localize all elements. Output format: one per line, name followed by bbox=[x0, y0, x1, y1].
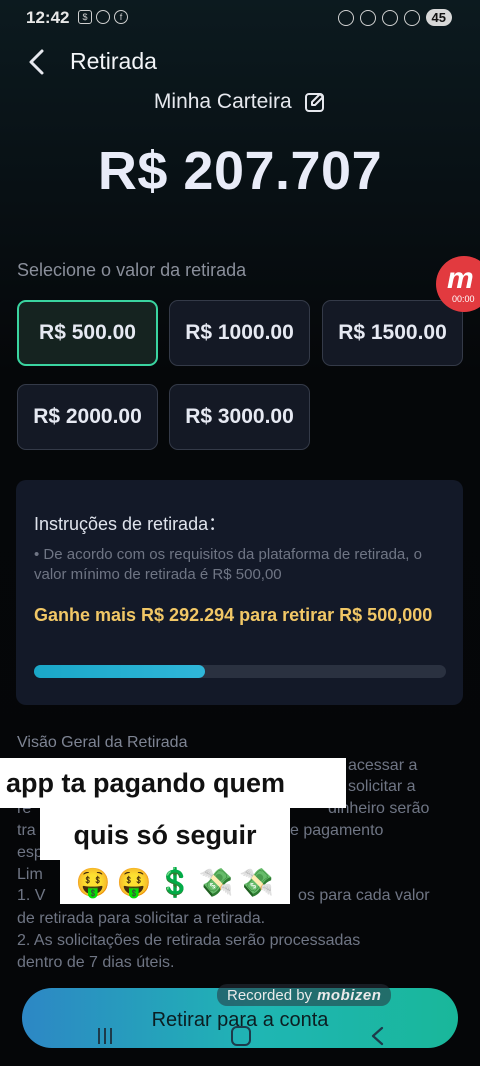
money-wings-emoji: 💸 bbox=[198, 866, 234, 898]
overview-text-fragment: tra bbox=[17, 822, 36, 839]
recorded-by-label: Recorded by bbox=[227, 986, 313, 1004]
notification-icons: $ f bbox=[78, 10, 128, 24]
mute-icon bbox=[337, 9, 354, 26]
money-wings-emoji: 💸 bbox=[239, 866, 275, 898]
whatsapp-icon bbox=[96, 10, 110, 24]
recorder-timer: 00:00 bbox=[452, 294, 475, 304]
nav-back-icon[interactable] bbox=[368, 1025, 388, 1047]
earn-more-text: Ganhe mais R$ 292.294 para retirar R$ 50… bbox=[34, 605, 433, 625]
rule-line: dentro de 7 dias úteis. bbox=[17, 954, 175, 971]
caption-line-1: app ta pagando quem bbox=[0, 758, 346, 808]
rule-line: de retirada para solicitar a retirada. bbox=[17, 910, 266, 927]
overview-text-fragment: Lim bbox=[17, 866, 43, 883]
page-title: Retirada bbox=[70, 48, 157, 74]
recorder-logo: m bbox=[447, 262, 474, 295]
progress-bar bbox=[34, 665, 446, 678]
progress-fill bbox=[34, 665, 205, 678]
overview-text-fragment: esp bbox=[17, 844, 43, 861]
instructions-title: Instruções de retirada： bbox=[34, 514, 227, 534]
overview-text-fragment: acessar a bbox=[348, 757, 418, 774]
back-arrow-icon[interactable] bbox=[24, 47, 50, 77]
status-time: 12:42 bbox=[26, 8, 70, 27]
caption-emojis: 🤑 🤑 💲 💸 💸 bbox=[60, 860, 290, 904]
instructions-card: Instruções de retirada： • De acordo com … bbox=[16, 480, 463, 705]
block-icon bbox=[403, 9, 420, 26]
wallet-balance: R$ 207.707 bbox=[97, 141, 383, 201]
overview-text-fragment: 1. V bbox=[17, 887, 46, 904]
home-icon[interactable] bbox=[231, 1026, 251, 1046]
battery-indicator: 45 bbox=[425, 9, 452, 26]
overview-text-fragment: solicitar a bbox=[348, 778, 416, 795]
recents-icon[interactable] bbox=[98, 1028, 116, 1044]
wallet-label: Minha Carteira bbox=[153, 90, 292, 113]
rule-line: 2. As solicitações de retirada serão pro… bbox=[17, 932, 361, 949]
money-mouth-emoji: 🤑 bbox=[116, 866, 152, 898]
app-bar: Retirada bbox=[0, 40, 480, 84]
dollar-sign-emoji: 💲 bbox=[157, 866, 193, 898]
amount-option-3000[interactable]: R$ 3000.00 bbox=[169, 384, 310, 450]
facebook-icon: f bbox=[114, 10, 128, 24]
amount-select-label: Selecione o valor da retirada bbox=[17, 260, 247, 280]
amount-option-1500[interactable]: R$ 1500.00 bbox=[322, 300, 463, 366]
shopping-bag-icon: $ bbox=[78, 10, 92, 24]
amount-option-1000[interactable]: R$ 1000.00 bbox=[169, 300, 310, 366]
wifi-icon bbox=[359, 9, 376, 26]
wallet-header: Minha Carteira bbox=[0, 90, 480, 114]
system-nav-bar bbox=[0, 1022, 480, 1052]
system-icons: 45 bbox=[337, 9, 452, 26]
recording-watermark: Recorded by mobizen bbox=[217, 984, 392, 1006]
edit-icon[interactable] bbox=[304, 91, 326, 113]
money-mouth-emoji: 🤑 bbox=[75, 866, 111, 898]
status-bar: 12:42 $ f 45 bbox=[0, 0, 480, 36]
mobizen-logo: mobizen bbox=[317, 986, 382, 1004]
do-not-disturb-icon bbox=[381, 9, 398, 26]
overview-text-fragment: os para cada valor bbox=[298, 887, 430, 904]
overview-title: Visão Geral da Retirada bbox=[17, 734, 188, 751]
amount-option-2000[interactable]: R$ 2000.00 bbox=[17, 384, 158, 450]
instructions-text: • De acordo com os requisitos da platafo… bbox=[34, 546, 422, 583]
amount-option-500[interactable]: R$ 500.00 bbox=[17, 300, 158, 366]
overview-text-fragment: e pagamento bbox=[290, 822, 384, 839]
caption-line-2: quis só seguir bbox=[40, 808, 290, 860]
overview-rules: de retirada para solicitar a retirada. 2… bbox=[17, 908, 467, 974]
